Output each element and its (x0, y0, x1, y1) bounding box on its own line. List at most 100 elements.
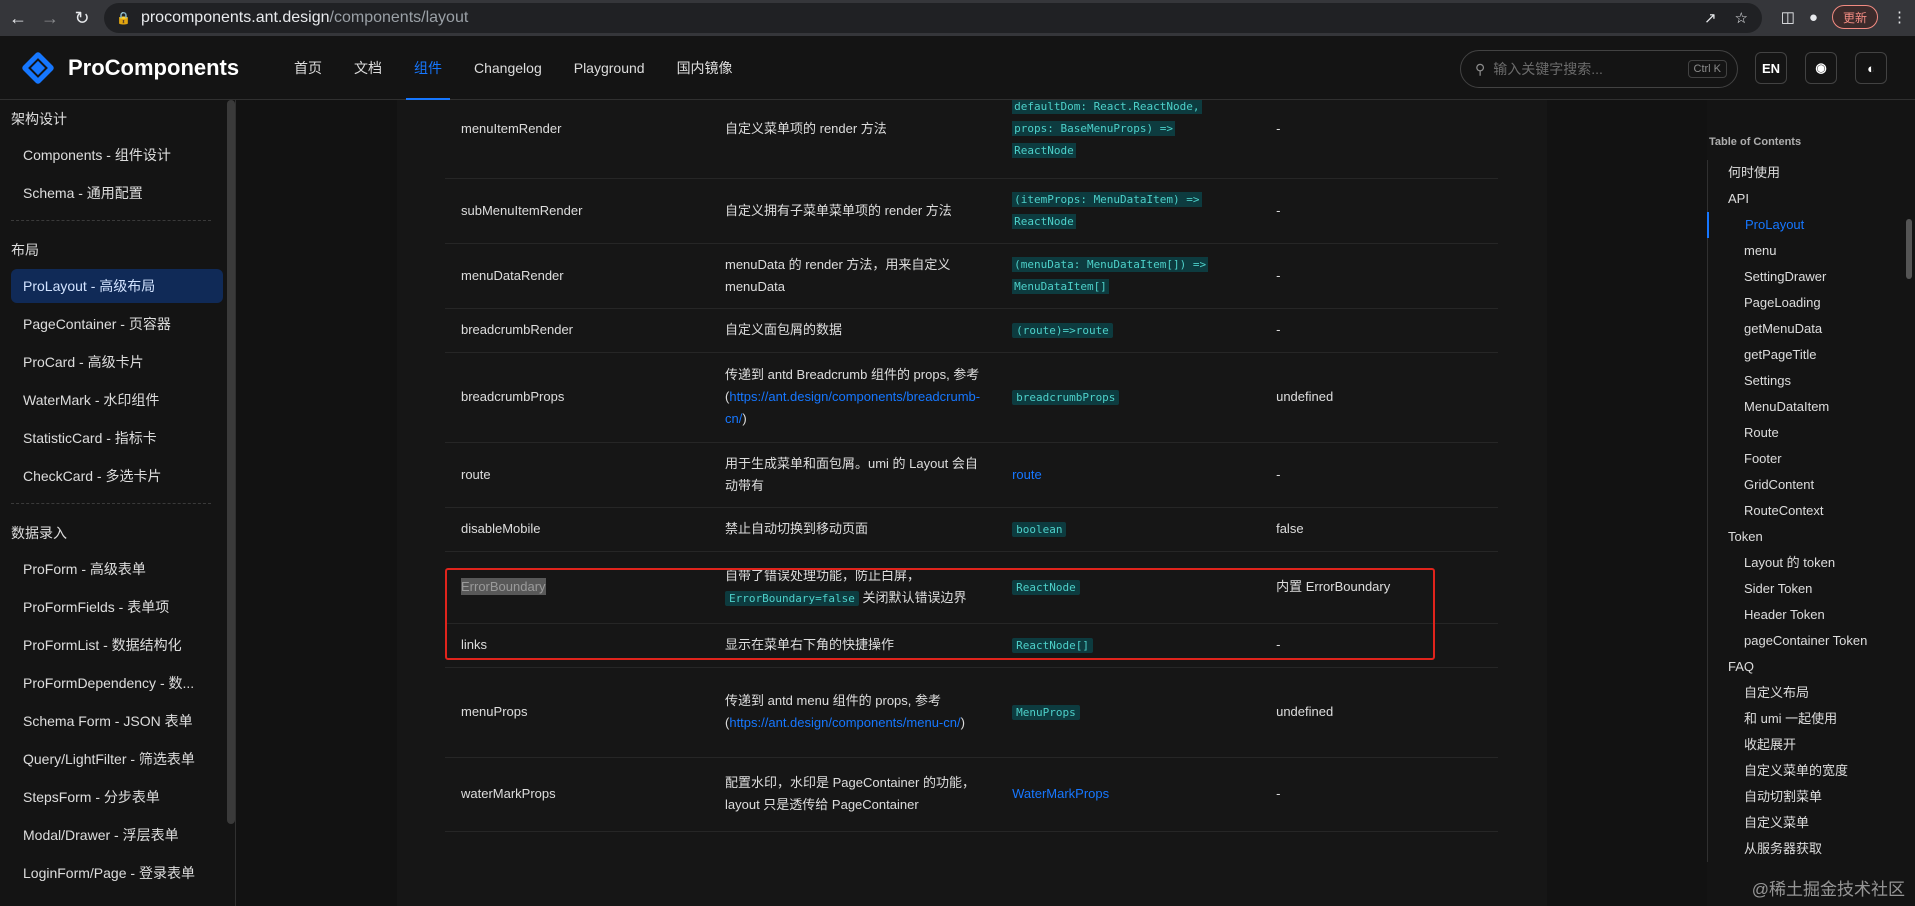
sidebar-group-title: 架构设计 (11, 111, 67, 127)
language-button[interactable]: EN (1755, 52, 1787, 84)
theme-toggle-icon[interactable]: ◐ (1855, 52, 1887, 84)
share-icon[interactable]: ↗ (1704, 9, 1717, 27)
toc-item[interactable]: PageLoading (1708, 290, 1867, 316)
bookmark-star-icon[interactable]: ☆ (1735, 9, 1748, 27)
toc-item[interactable]: ProLayout (1707, 212, 1867, 238)
sidebar-item[interactable]: ProLayout - 高级布局 (11, 269, 223, 303)
toc-item[interactable]: FAQ (1708, 654, 1867, 680)
site-logo[interactable]: ProComponents (20, 50, 239, 86)
top-nav-item[interactable]: 组件 (398, 36, 458, 100)
toc-item[interactable]: 自动切割菜单 (1708, 784, 1867, 810)
table-row: breadcrumbProps 传递到 antd Breadcrumb 组件的 p… (445, 352, 1498, 443)
toc-item[interactable]: 和 umi 一起使用 (1708, 706, 1867, 732)
sidebar-scrollbar[interactable] (227, 100, 235, 824)
sidebar-item[interactable]: Schema Form - JSON 表单 (11, 704, 223, 738)
toc-item[interactable]: pageContainer Token (1708, 628, 1867, 654)
type-link[interactable]: WaterMarkProps (1012, 786, 1109, 801)
page-scrollbar[interactable] (1906, 219, 1912, 279)
prop-name-cell: menuProps (445, 667, 709, 758)
toc-item[interactable]: 自定义菜单 (1708, 810, 1867, 836)
toc-item[interactable]: getPageTitle (1708, 342, 1867, 368)
search-box[interactable]: ⚲ Ctrl K (1460, 50, 1738, 88)
search-input[interactable] (1493, 61, 1688, 77)
logo-text: ProComponents (68, 55, 240, 80)
prop-desc: menuData 的 render 方法，用来自定义 menuData (725, 256, 951, 294)
toc-item[interactable]: Header Token (1708, 602, 1867, 628)
type-code-line: MenuDataItem[] (1012, 278, 1109, 294)
type-code-line: (itemProps: MenuDataItem) => (1012, 191, 1202, 207)
table-of-contents: Table of Contents 何时使用 API ProLayout menu Se… (1707, 100, 1915, 906)
prop-default: false (1276, 521, 1304, 536)
top-nav-item[interactable]: 文档 (338, 36, 398, 100)
sidebar-item[interactable]: Schema - 通用配置 (11, 176, 223, 210)
prop-default-cell: - (1260, 308, 1498, 353)
toc-item[interactable]: Settings (1708, 368, 1867, 394)
prop-type-cell: (menuData: MenuDataItem[]) => MenuDataIte… (996, 243, 1261, 309)
forward-icon[interactable]: → (36, 4, 64, 32)
toc-item[interactable]: SettingDrawer (1708, 264, 1867, 290)
prop-name-cell: disableMobile (445, 507, 709, 552)
table-row: disableMobile 禁止自动切换到移动页面 boolean false (445, 507, 1498, 552)
toc-item[interactable]: 收起展开 (1708, 732, 1867, 758)
sidebar-item[interactable]: StatisticCard - 指标卡 (11, 421, 223, 455)
desc-link[interactable]: https://ant.design/components/breadcrumb… (725, 389, 980, 426)
sidebar-item[interactable]: ProFormFields - 表单项 (11, 590, 223, 624)
toc-item[interactable]: 自定义菜单的宽度 (1708, 758, 1867, 784)
toc-item[interactable]: Sider Token (1708, 576, 1867, 602)
prop-default: undefined (1276, 389, 1334, 404)
toc-item[interactable]: 何时使用 (1708, 160, 1867, 186)
prop-name: menuItemRender (461, 120, 562, 136)
search-shortcut-badge: Ctrl K (1687, 60, 1727, 78)
sidebar-item[interactable]: StepsForm - 分步表单 (11, 780, 223, 814)
top-nav-item[interactable]: 首页 (278, 36, 338, 100)
sidebar-item[interactable]: Modal/Drawer - 浮层表单 (11, 818, 223, 852)
sidebar-item[interactable]: ProForm - 高级表单 (11, 552, 223, 586)
toc-item[interactable]: 从服务器获取 (1708, 836, 1867, 862)
type-code-line: ReactNode (1012, 142, 1076, 158)
toc-item[interactable]: Layout 的 token (1708, 550, 1867, 576)
prop-name: ErrorBoundary (461, 578, 546, 595)
top-nav-item[interactable]: Playground (558, 36, 661, 100)
prop-type-cell: (itemProps: MenuDataItem) => ReactNode (996, 178, 1261, 244)
search-icon: ⚲ (1475, 60, 1486, 77)
github-icon[interactable]: ◉ (1805, 52, 1837, 84)
back-icon[interactable]: ← (4, 4, 32, 32)
logo-icon (20, 50, 56, 86)
sidebar-item[interactable]: PageContainer - 页容器 (11, 307, 223, 341)
reload-icon[interactable]: ↻ (68, 4, 96, 32)
sidebar-item[interactable]: ProCard - 高级卡片 (11, 345, 223, 379)
type-code-line: (menuData: MenuDataItem[]) => (1012, 256, 1209, 272)
type-code: breadcrumbProps (1012, 389, 1120, 405)
toc-item[interactable]: 自定义布局 (1708, 680, 1867, 706)
more-menu-icon[interactable]: ⋮ (1892, 8, 1907, 26)
top-nav-item[interactable]: Changelog (458, 36, 558, 100)
prop-name: links (461, 637, 488, 652)
profile-icon[interactable]: ● (1809, 9, 1818, 26)
update-button[interactable]: 更新 (1831, 5, 1878, 29)
toc-item[interactable]: Route (1708, 420, 1867, 446)
table-row: waterMarkProps 配置水印，水印是 PageContainer 的功能… (445, 757, 1498, 832)
top-nav-item[interactable]: 国内镜像 (661, 36, 749, 100)
sidebar-item[interactable]: WaterMark - 水印组件 (11, 383, 223, 417)
sidebar-item[interactable]: Components - 组件设计 (11, 138, 223, 172)
desc-link[interactable]: https://ant.design/components/menu-cn/ (729, 715, 960, 730)
toc-item[interactable]: GridContent (1708, 472, 1867, 498)
side-panel-icon[interactable]: ◫ (1781, 8, 1795, 26)
toc-list: 何时使用 API ProLayout menu SettingDrawer PageLoa… (1707, 160, 1867, 862)
sidebar-item[interactable]: LoginForm/Page - 登录表单 (11, 856, 223, 890)
sidebar-item[interactable]: ProFormDependency - 数... (11, 666, 223, 700)
toc-item[interactable]: getMenuData (1708, 316, 1867, 342)
type-link[interactable]: route (1012, 467, 1042, 482)
sidebar-item[interactable]: ProFormList - 数据结构化 (11, 628, 223, 662)
toc-item[interactable]: menu (1708, 238, 1867, 264)
toc-item[interactable]: MenuDataItem (1708, 394, 1867, 420)
toc-item[interactable]: Token (1708, 524, 1867, 550)
toc-item[interactable]: RouteContext (1708, 498, 1867, 524)
sidebar-item[interactable]: Query/LightFilter - 筛选表单 (11, 742, 223, 776)
prop-desc: 用于生成菜单和面包屑。umi 的 Layout 会自动带有 (725, 455, 978, 493)
sidebar-item[interactable]: CheckCard - 多选卡片 (11, 459, 223, 493)
toc-item[interactable]: API (1708, 186, 1867, 212)
prop-name: breadcrumbProps (461, 389, 565, 404)
address-bar[interactable]: 🔒 procomponents.ant.design/components/la… (104, 3, 1762, 33)
toc-item[interactable]: Footer (1708, 446, 1867, 472)
